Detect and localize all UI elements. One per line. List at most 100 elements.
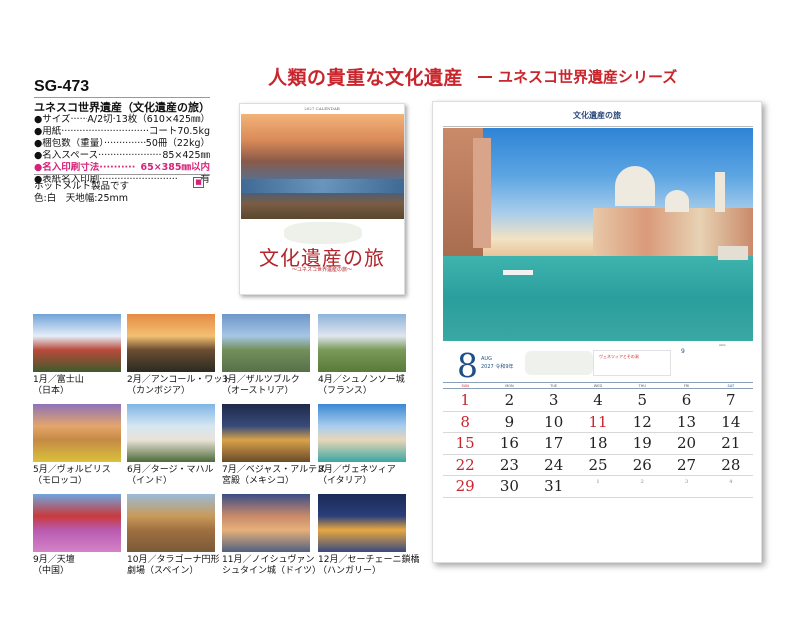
month-number: 8 bbox=[457, 346, 478, 385]
caption-line: 1月／富士山 bbox=[33, 375, 84, 385]
date-cell: 14 bbox=[721, 412, 741, 431]
thumbnail-caption: 1月／富士山 （日本） bbox=[33, 375, 84, 397]
caption-line: （フランス） bbox=[318, 386, 372, 396]
caption-line: （イタリア） bbox=[318, 476, 372, 486]
date-cell: 15 bbox=[455, 434, 475, 452]
thumbnail-caption: 9月／天壇 （中国） bbox=[33, 555, 75, 577]
date-cell: 16 bbox=[499, 434, 519, 452]
spec-value: 65×385㎜以内 bbox=[140, 162, 210, 173]
caption-line: 7月／ベジャス・アルテス bbox=[222, 465, 327, 475]
date-cell: 9 bbox=[504, 412, 515, 431]
caption-line: （インド） bbox=[127, 476, 173, 486]
caption-line: （日本） bbox=[33, 386, 70, 396]
month-thumbnail bbox=[318, 494, 406, 552]
thumbnail-caption: 11月／ノイシュヴァン シュタイン城（ドイツ） bbox=[222, 555, 321, 577]
weekday-label: SAT bbox=[727, 384, 735, 388]
weekday-label: WED bbox=[593, 384, 603, 388]
week-row: 8 9 10 11 12 13 14 bbox=[443, 412, 753, 433]
world-map-icon bbox=[525, 351, 593, 375]
month-thumbnail bbox=[33, 314, 121, 372]
caption-line: 3月／ザルツブルク bbox=[222, 375, 300, 385]
month-thumbnail bbox=[127, 404, 215, 462]
date-cell: 23 bbox=[499, 455, 519, 474]
date-cell: 28 bbox=[721, 455, 741, 474]
spec-label: ●梱包数（重量）···························· bbox=[34, 138, 146, 149]
divider bbox=[34, 174, 210, 175]
date-cell: 27 bbox=[677, 455, 697, 474]
heading-dash bbox=[478, 76, 492, 78]
building-shape bbox=[473, 138, 491, 248]
month-name: AUG bbox=[481, 356, 492, 362]
dome-shape bbox=[665, 190, 689, 212]
month-thumbnail bbox=[318, 404, 406, 462]
caption-line: 劇場（スペイン） bbox=[127, 566, 199, 576]
weekday-label: FRI bbox=[683, 384, 690, 388]
date-cell: 13 bbox=[677, 412, 697, 431]
caption-line: 12月／セーチェーニ鎖橋 bbox=[318, 555, 420, 565]
date-cell: 30 bbox=[499, 477, 519, 495]
date-grid: 1 2 3 4 5 6 7 8 9 10 11 12 13 14 15 16 17 18 19 20 21 22 23 24 2… bbox=[443, 390, 753, 498]
month-thumbnail bbox=[222, 494, 310, 552]
date-cell: 2 bbox=[640, 479, 644, 485]
spec-row: ●梱包数（重量）····························50冊（… bbox=[34, 138, 210, 150]
weekday-label: THU bbox=[638, 384, 646, 388]
date-cell: 25 bbox=[588, 455, 608, 474]
caption-line: 11月／ノイシュヴァン bbox=[222, 555, 315, 565]
month-thumbnail bbox=[127, 314, 215, 372]
date-cell: 22 bbox=[455, 455, 475, 474]
caption-line: 8月／ヴェネツィア bbox=[318, 465, 396, 475]
date-cell: 10 bbox=[544, 412, 564, 431]
cover-top-label: 2027 CALENDAR bbox=[304, 106, 340, 111]
date-cell: 29 bbox=[455, 477, 475, 495]
caption-line: 5月／ヴォルビリス bbox=[33, 465, 111, 475]
thumbnail-caption: 7月／ベジャス・アルテス 宮殿（メキシコ） bbox=[222, 465, 326, 487]
month-thumbnail bbox=[318, 314, 406, 372]
thumbnail-caption: 2月／アンコール・ワット （カンボジア） bbox=[127, 375, 231, 397]
cover-subtitle: 〜ユネスコ世界遺産の旅〜 bbox=[291, 267, 352, 273]
date-cell: 6 bbox=[681, 391, 692, 409]
thumbnail-caption: 12月／セーチェーニ鎖橋 （ハンガリー） bbox=[318, 555, 419, 577]
caption-line: 2月／アンコール・ワット bbox=[127, 375, 232, 385]
product-code: SG-473 bbox=[34, 78, 90, 95]
month-thumbnail bbox=[222, 314, 310, 372]
date-cell: 19 bbox=[632, 434, 652, 452]
color-note: 色:白 天地幅:25mm bbox=[34, 193, 128, 204]
caption-line: 6月／タージ・マハル bbox=[127, 465, 214, 475]
weekday-label: TUE bbox=[550, 384, 558, 388]
spec-value: コート70.5kg bbox=[148, 126, 210, 137]
caption-line: 9月／天壇 bbox=[33, 555, 75, 565]
river-shape bbox=[241, 179, 404, 193]
caption-line: 10月／タラゴーナ円形 bbox=[127, 555, 220, 565]
divider bbox=[34, 97, 210, 98]
month-thumbnail bbox=[222, 404, 310, 462]
cover-photo bbox=[241, 114, 404, 219]
date-cell: 2 bbox=[504, 391, 515, 409]
date-cell: 7 bbox=[726, 391, 736, 409]
spec-label: ●名入スペース····························· bbox=[34, 150, 162, 161]
weekday-header: SUN MON TUE WED THU FRI SAT bbox=[443, 382, 753, 389]
caption-line: シュタイン城（ドイツ） bbox=[222, 566, 322, 576]
thumbnail-caption: 3月／ザルツブルク （オーストリア） bbox=[222, 375, 300, 397]
date-cell: 1 bbox=[460, 391, 470, 409]
date-cell: 21 bbox=[721, 434, 741, 452]
date-cell: 17 bbox=[544, 434, 564, 452]
cover-preview: 2027 CALENDAR 文化遺産の旅 〜ユネスコ世界遺産の旅〜 bbox=[239, 103, 405, 295]
month-thumbnail bbox=[33, 404, 121, 462]
thumbnail-caption: 10月／タラゴーナ円形 劇場（スペイン） bbox=[127, 555, 219, 577]
tower-shape bbox=[715, 172, 725, 212]
spec-row: ●用紙··································コート… bbox=[34, 126, 210, 138]
dome-shape bbox=[615, 166, 655, 206]
boat-shape bbox=[718, 246, 748, 260]
product-name: ユネスコ世界遺産（文化遺産の旅） bbox=[34, 101, 210, 114]
date-cell: 4 bbox=[593, 391, 603, 409]
date-cell: 18 bbox=[588, 434, 608, 452]
month-thumbnail bbox=[33, 494, 121, 552]
page-heading: 人類の貴重な文化遺産 bbox=[268, 67, 464, 89]
spec-label: ●サイズ······ bbox=[34, 114, 88, 125]
site-note: ヴェネツィアとその潟 bbox=[599, 354, 639, 359]
date-cell: 4 bbox=[729, 479, 733, 485]
spec-label: ●用紙·································· bbox=[34, 126, 149, 137]
photo-caption: AUG bbox=[719, 343, 726, 347]
date-cell: 1 bbox=[596, 479, 600, 485]
water-shape bbox=[443, 256, 753, 341]
